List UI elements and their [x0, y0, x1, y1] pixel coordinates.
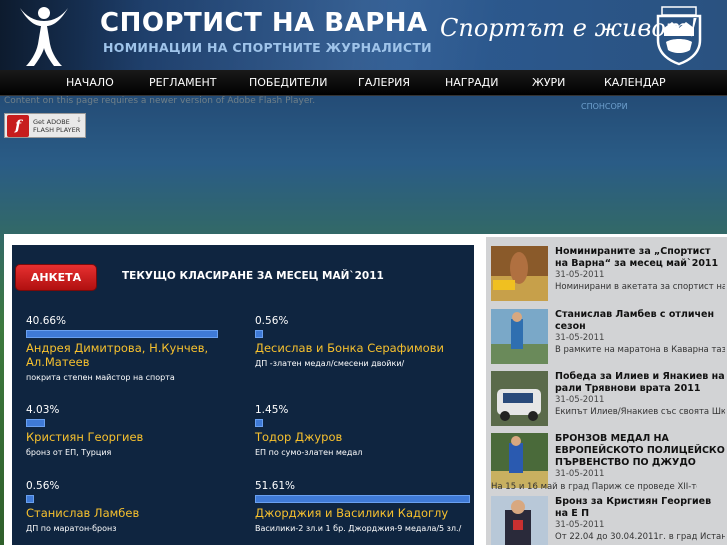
poll-name[interactable]: Тодор Джуров: [255, 430, 470, 444]
news-thumbnail[interactable]: [491, 246, 548, 301]
flash-badge-text: Get ADOBE FLASH PLAYER: [33, 117, 81, 134]
poll-name[interactable]: Андрея Димитрова, Н.Кунчев, Ал.Матеев: [26, 341, 241, 369]
news-item[interactable]: Станислав Ламбев с отличен сезон 31-05-2…: [491, 309, 727, 369]
main-nav: НАЧАЛО РЕГЛАМЕНТ ПОБЕДИТЕЛИ ГАЛЕРИЯ НАГР…: [0, 70, 727, 96]
poll-item[interactable]: 0.56% Десислав и Бонка Серафимови ДП -зл…: [255, 315, 470, 368]
news-title[interactable]: Победа за Илиев и Янакиев на рали Трявно…: [555, 371, 725, 395]
nav-awards[interactable]: НАГРАДИ: [445, 76, 499, 89]
varna-crest-icon: [656, 6, 702, 66]
poll-desc: ДП -злaтен медал/смесени двойки/: [255, 359, 405, 368]
site-subtitle: НОМИНАЦИИ НА СПОРТНИТЕ ЖУРНАЛИСТИ: [103, 40, 432, 55]
news-item[interactable]: БРОНЗОВ МЕДАЛ НА ЕВРОПЕЙСКОТО ПОЛИЦЕЙСКО…: [491, 433, 727, 495]
flash-notice: Content on this page requires a newer ve…: [4, 96, 316, 106]
flash-icon: f: [7, 114, 29, 137]
download-icon: ↓: [76, 116, 82, 124]
news-thumbnail[interactable]: [491, 371, 548, 426]
poll-bar: [26, 495, 34, 503]
poll-percent: 1.45%: [255, 404, 289, 416]
nav-calendar[interactable]: КАЛЕНДАР: [604, 76, 666, 89]
poll-name[interactable]: Десислав и Бонка Серафимови: [255, 341, 470, 355]
news-excerpt: В рамките на маратона в Каварна тази год…: [555, 345, 725, 355]
sponsors-label[interactable]: СПОНСОРИ: [581, 102, 628, 111]
poll-bar: [26, 330, 218, 338]
poll-desc: ЕП по сумо-златен медал: [255, 448, 363, 457]
nav-rules[interactable]: РЕГЛАМЕНТ: [149, 76, 217, 89]
news-excerpt: На 15 и 16 май в град Париж се проведе X…: [491, 482, 697, 492]
athlete-logo-icon[interactable]: [14, 4, 74, 68]
poll-percent: 51.61%: [255, 480, 296, 492]
poll-desc: ДП по маратон-бронз: [26, 524, 117, 533]
news-date: 31-05-2011: [555, 520, 605, 530]
news-date: 31-05-2011: [555, 333, 605, 343]
poll-name[interactable]: Станислав Ламбев: [26, 506, 241, 520]
get-flash-player-button[interactable]: f Get ADOBE FLASH PLAYER ↓: [4, 113, 86, 138]
poll-item[interactable]: 1.45% Тодор Джуров ЕП по сумо-златен мед…: [255, 404, 470, 457]
news-excerpt: Номинирани в акетата за спортист на Май-…: [555, 282, 725, 292]
nav-jury[interactable]: ЖУРИ: [532, 76, 565, 89]
poll-bar: [255, 330, 263, 338]
site-title[interactable]: СПОРТИСТ НА ВАРНА: [100, 8, 428, 38]
poll-bar: [255, 495, 470, 503]
news-date: 31-05-2011: [555, 395, 605, 405]
poll-percent: 40.66%: [26, 315, 67, 327]
news-item[interactable]: Бронз за Кристиян Георгиев на Е П 31-05-…: [491, 496, 727, 545]
poll-item[interactable]: 4.03% Кристиян Георгиев бронз от ЕП, Тур…: [26, 404, 241, 457]
nav-home[interactable]: НАЧАЛО: [66, 76, 114, 89]
news-title[interactable]: Станислав Ламбев с отличен сезон: [555, 309, 725, 333]
news-date: 31-05-2011: [555, 270, 605, 280]
site-header: СПОРТИСТ НА ВАРНА НОМИНАЦИИ НА СПОРТНИТЕ…: [0, 0, 727, 70]
poll-bar: [26, 419, 45, 427]
poll-name[interactable]: Кристиян Георгиев: [26, 430, 241, 444]
news-item[interactable]: Победа за Илиев и Янакиев на рали Трявно…: [491, 371, 727, 431]
news-excerpt: Екипът Илиев/Янакиев със своята Шкода Фа…: [555, 407, 725, 417]
poll-item[interactable]: 40.66% Андрея Димитрова, Н.Кунчев, Ал.Ма…: [26, 315, 241, 382]
news-excerpt: От 22.04 до 30.04.2011г. в град Истанбул: [555, 532, 725, 542]
poll-bar: [255, 419, 263, 427]
news-title[interactable]: Номинираните за „Спортист на Варна“ за м…: [555, 246, 725, 270]
news-item[interactable]: Номинираните за „Спортист на Варна“ за м…: [491, 246, 727, 306]
poll-name[interactable]: Джорджия и Василики Кадоглу: [255, 506, 470, 520]
poll-desc: бронз от ЕП, Турция: [26, 448, 112, 457]
poll-title: ТЕКУЩО КЛАСИРАНЕ ЗА МЕСЕЦ МАЙ`2011: [122, 270, 384, 282]
poll-item[interactable]: 51.61% Джорджия и Василики Кадоглу Васил…: [255, 480, 470, 533]
nav-gallery[interactable]: ГАЛЕРИЯ: [358, 76, 410, 89]
poll-percent: 4.03%: [26, 404, 60, 416]
news-thumbnail[interactable]: [491, 309, 548, 364]
news-date: 31-05-2011: [555, 469, 605, 479]
news-thumbnail[interactable]: [491, 496, 548, 545]
poll-desc: Василики-2 зл.и 1 бр. Джорджия-9 медала/…: [255, 524, 462, 533]
news-title[interactable]: БРОНЗОВ МЕДАЛ НА ЕВРОПЕЙСКОТО ПОЛИЦЕЙСКО…: [555, 433, 725, 469]
poll-tab[interactable]: АНКЕТА: [15, 264, 97, 291]
poll-percent: 0.56%: [26, 480, 60, 492]
poll-item[interactable]: 0.56% Станислав Ламбев ДП по маратон-бро…: [26, 480, 241, 533]
poll-desc: покрита степен майстор на спорта: [26, 373, 175, 382]
news-thumbnail[interactable]: [491, 433, 548, 488]
poll-percent: 0.56%: [255, 315, 289, 327]
nav-winners[interactable]: ПОБЕДИТЕЛИ: [249, 76, 327, 89]
news-title[interactable]: Бронз за Кристиян Георгиев на Е П: [555, 496, 725, 520]
